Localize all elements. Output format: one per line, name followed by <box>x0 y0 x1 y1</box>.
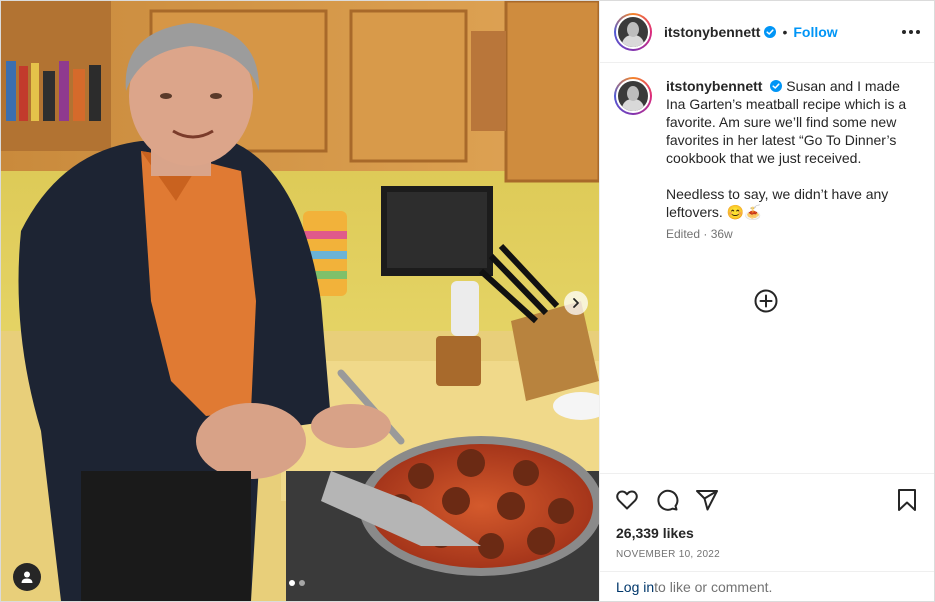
verified-badge <box>770 80 783 92</box>
post-side-panel: itstonybennett • Follow itstonybennett S… <box>599 1 934 601</box>
carousel-dot <box>299 580 305 586</box>
header-separator: • <box>782 23 788 40</box>
caption-text-2: Needless to say, we didn’t have any left… <box>666 186 889 220</box>
post-photo <box>1 1 599 601</box>
heart-icon <box>616 490 638 509</box>
login-prompt-text: to like or comment. <box>654 578 773 595</box>
author-avatar[interactable] <box>614 12 652 51</box>
comment-icon <box>657 489 679 511</box>
comment-button[interactable] <box>654 487 680 513</box>
caption-author-avatar[interactable] <box>614 77 652 115</box>
instagram-post: itstonybennett • Follow itstonybennett S… <box>0 0 935 602</box>
likes-count[interactable]: 26,339 likes <box>600 525 934 543</box>
save-icon <box>898 488 916 511</box>
user-tag-icon <box>21 571 33 583</box>
save-button[interactable] <box>894 487 920 513</box>
share-icon <box>696 489 718 510</box>
author-username[interactable]: itstonybennett <box>664 24 760 40</box>
more-options-icon[interactable] <box>902 24 920 40</box>
avatar-image <box>616 14 650 49</box>
post-header: itstonybennett • Follow <box>600 1 934 63</box>
follow-button[interactable]: Follow <box>793 24 837 40</box>
login-prompt: Log in to like or comment. <box>600 571 934 601</box>
carousel-dot <box>289 580 295 586</box>
comments-section: itstonybennett Susan and I made Ina Gart… <box>600 63 934 473</box>
avatar-image <box>616 79 650 113</box>
add-comment-icon[interactable] <box>753 288 779 314</box>
verified-badge <box>764 25 777 38</box>
like-button[interactable] <box>614 487 640 513</box>
carousel-next-button[interactable] <box>564 291 588 315</box>
login-link[interactable]: Log in <box>616 579 654 595</box>
share-button[interactable] <box>694 487 720 513</box>
carousel-indicator <box>289 580 305 586</box>
caption-username[interactable]: itstonybennett <box>666 78 762 94</box>
post-date[interactable]: NOVEMBER 10, 2022 <box>600 543 934 571</box>
caption-row: itstonybennett Susan and I made Ina Gart… <box>614 77 920 221</box>
chevron-right-icon <box>573 298 579 308</box>
tagged-users-button[interactable] <box>13 563 41 591</box>
post-media[interactable] <box>1 1 599 601</box>
post-caption: itstonybennett Susan and I made Ina Gart… <box>666 77 920 221</box>
action-bar <box>600 473 934 525</box>
caption-meta: Edited · 36w <box>666 227 733 241</box>
